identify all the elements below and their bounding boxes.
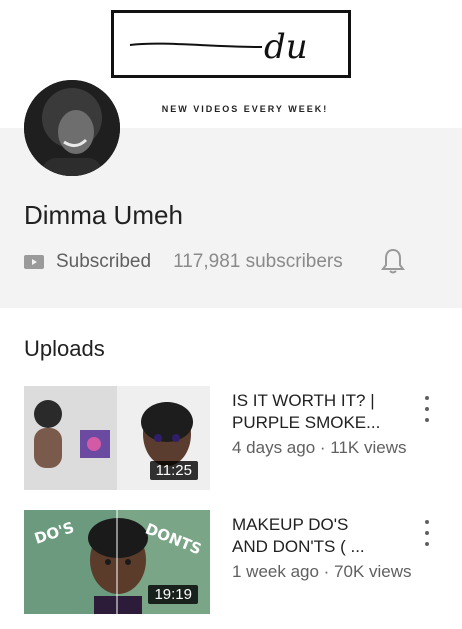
uploads-heading: Uploads [24, 336, 105, 361]
more-vert-icon[interactable] [420, 520, 434, 546]
video-meta: 4 days ago · 11K views [232, 438, 407, 457]
subscribed-button[interactable]: Subscribed [56, 251, 151, 273]
video-duration: 19:19 [148, 585, 198, 604]
subscriber-count: 117,981 subscribers [173, 251, 343, 272]
video-title-line: IS IT WORTH IT? | [232, 391, 375, 410]
youtube-subscribed-icon [24, 255, 44, 269]
video-title[interactable]: MAKEUP DO'S AND DON'TS ( ... [232, 514, 402, 558]
video-title[interactable]: IS IT WORTH IT? | PURPLE SMOKE... [232, 390, 402, 434]
video-thumbnail[interactable]: DO'S DONTS 19:19 [24, 510, 210, 614]
video-duration: 11:25 [149, 461, 198, 480]
video-title-line: AND DON'TS ( ... [232, 537, 365, 556]
video-item[interactable]: 11:25 IS IT WORTH IT? | PURPLE SMOKE... … [24, 386, 444, 490]
banner-tagline: NEW VIDEOS EVERY WEEK! [161, 104, 329, 114]
subscription-row: Subscribed 117,981 subscribers [24, 250, 343, 274]
bell-icon[interactable] [380, 247, 406, 275]
video-title-line: PURPLE SMOKE... [232, 413, 381, 432]
video-meta: 1 week ago · 70K views [232, 562, 412, 581]
more-vert-icon[interactable] [420, 396, 434, 422]
video-thumbnail[interactable]: 11:25 [24, 386, 210, 490]
video-item[interactable]: DO'S DONTS 19:19 MAKEUP DO'S AND DON'TS … [24, 510, 444, 614]
logo-letters: du [264, 27, 308, 67]
channel-logo: du [111, 10, 351, 78]
video-title-line: MAKEUP DO'S [232, 515, 349, 534]
signature-logo: du [129, 27, 308, 67]
channel-name: Dimma Umeh [24, 200, 183, 230]
channel-avatar[interactable] [24, 80, 120, 176]
